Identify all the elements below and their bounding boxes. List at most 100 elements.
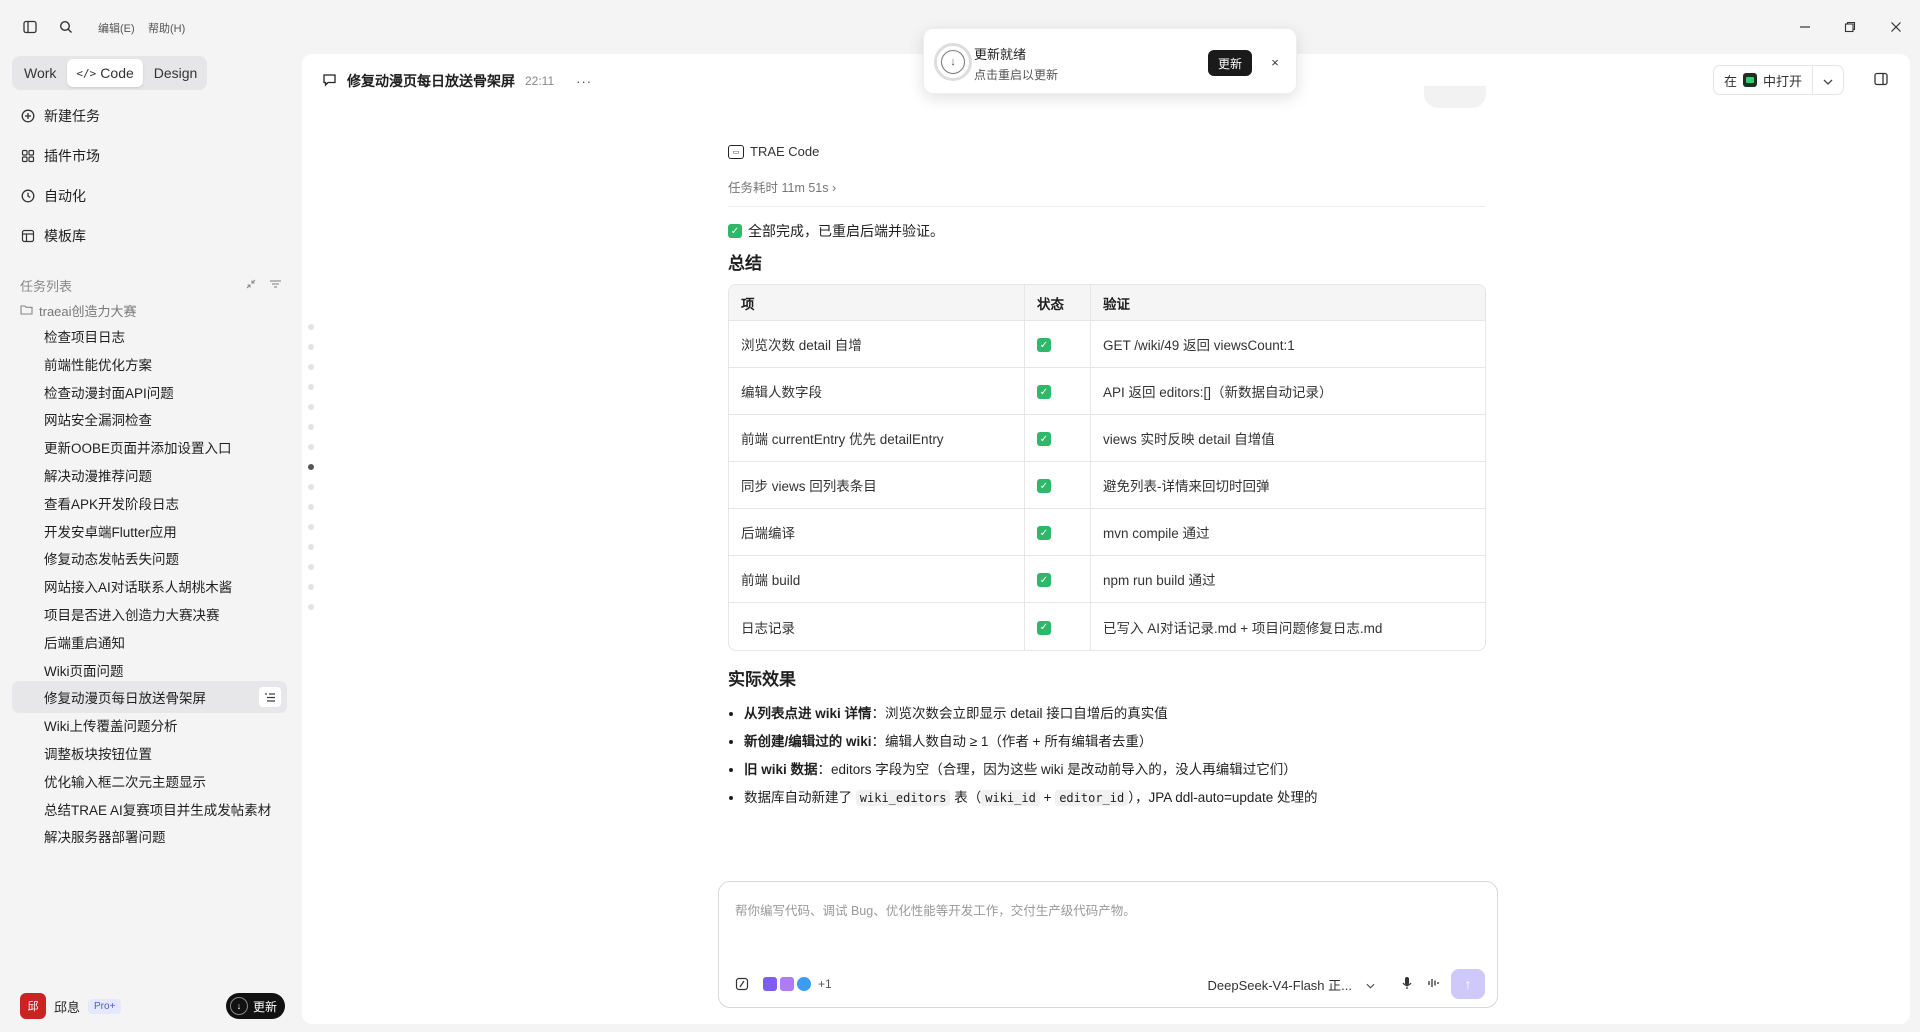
nav-automation[interactable]: 自动化 xyxy=(20,182,86,210)
waveform-icon[interactable] xyxy=(1427,977,1441,992)
list-item: 新创建/编辑过的 wiki：编辑人数自动 ≥ 1（作者 + 所有编辑者去重） xyxy=(744,728,1486,756)
model-name: DeepSeek-V4-Flash 正... xyxy=(1207,977,1352,993)
toast-update-button[interactable]: 更新 xyxy=(1208,50,1253,76)
filter-icon[interactable] xyxy=(269,278,282,293)
task-item-label: Wiki页面问题 xyxy=(44,663,124,679)
composer-input[interactable]: 帮你编写代码、调试 Bug、优化性能等开发工作，交付生产级代码产物。 xyxy=(735,900,1136,919)
mode-work[interactable]: Work xyxy=(15,59,65,87)
task-folder[interactable]: traeai创造力大赛 xyxy=(20,299,137,321)
open-label: 中打开 xyxy=(1762,73,1802,89)
chat-title: 修复动漫页每日放送骨架屏 xyxy=(347,73,515,89)
cell-item: 前端 currentEntry 优先 detailEntry xyxy=(729,415,1025,462)
check-icon: ✓ xyxy=(1037,479,1051,494)
model-selector[interactable]: DeepSeek-V4-Flash 正... xyxy=(1207,975,1441,994)
send-button[interactable]: ↑ xyxy=(1451,969,1485,999)
list-item: 数据库自动新建了 wiki_editors 表（wiki_id + editor… xyxy=(744,784,1486,812)
agent-header: ▭ TRAE Code xyxy=(728,144,1486,159)
more-icon[interactable]: ··· xyxy=(576,74,592,89)
nav-new-task[interactable]: 新建任务 xyxy=(20,102,100,130)
cell-verify: API 返回 editors:[]（新数据自动记录） xyxy=(1091,368,1485,415)
task-outline-icon[interactable] xyxy=(259,687,281,708)
open-in-dropdown[interactable] xyxy=(1813,66,1843,94)
task-item[interactable]: 解决服务器部署问题 xyxy=(12,820,287,852)
previous-message-bubble xyxy=(1424,86,1486,108)
task-item-label: 更新OOBE页面并添加设置入口 xyxy=(44,441,232,457)
cell-verify: GET /wiki/49 返回 viewsCount:1 xyxy=(1091,321,1485,368)
search-icon[interactable] xyxy=(56,17,76,37)
done-text: 全部完成，已重启后端并验证。 xyxy=(748,223,944,239)
check-icon: ✓ xyxy=(1037,432,1051,447)
task-item-label: 总结TRAE AI复赛项目并生成发帖素材 xyxy=(44,802,272,818)
user-name: 邱息 xyxy=(54,999,81,1015)
check-icon: ✓ xyxy=(1037,526,1051,541)
cell-verify: npm run build 通过 xyxy=(1091,556,1485,603)
table-row: 浏览次数 detail 自增 ✓ GET /wiki/49 返回 viewsCoun… xyxy=(729,321,1485,368)
restore-icon[interactable] xyxy=(1838,15,1862,39)
sidebar-update-label: 更新 xyxy=(252,999,277,1014)
avatar[interactable]: 邱 xyxy=(20,993,46,1019)
cell-item: 编辑人数字段 xyxy=(729,368,1025,415)
list-item: 从列表点进 wiki 详情：浏览次数会立即显示 detail 接口自增后的真实值 xyxy=(744,700,1486,728)
menu-help[interactable]: 帮助(H) xyxy=(148,20,185,36)
command-icon[interactable] xyxy=(731,973,753,995)
composer[interactable]: 帮你编写代码、调试 Bug、优化性能等开发工作，交付生产级代码产物。 +1 De… xyxy=(718,881,1498,1008)
main-panel: 修复动漫页每日放送骨架屏 22:11 ··· 在 中打开 ▭ TRAE Code… xyxy=(302,54,1910,1024)
nav-new-task-label: 新建任务 xyxy=(44,108,100,124)
nav-plugins[interactable]: 插件市场 xyxy=(20,142,100,170)
collapse-icon[interactable] xyxy=(245,278,257,293)
open-in-ide[interactable]: 在 中打开 xyxy=(1712,65,1844,95)
mode-code[interactable]: </> Code xyxy=(67,59,143,87)
download-icon: ↓ xyxy=(934,43,972,81)
cell-item: 后端编译 xyxy=(729,509,1025,556)
microphone-icon[interactable] xyxy=(1401,976,1413,993)
nav-templates[interactable]: 模板库 xyxy=(20,222,86,250)
task-item[interactable]: 优化输入框二次元主题显示 xyxy=(12,765,287,797)
summary-heading: 总结 xyxy=(728,254,762,273)
task-item-label: 查看APK开发阶段日志 xyxy=(44,496,180,512)
panel-toggle-icon[interactable] xyxy=(1870,68,1892,90)
message-navigator[interactable] xyxy=(308,324,320,624)
code-icon: </> xyxy=(76,66,97,80)
task-duration[interactable]: 任务耗时 11m 51s › xyxy=(728,177,1486,207)
task-item[interactable]: 后端重启通知 xyxy=(12,626,287,658)
table-row: 前端 currentEntry 优先 detailEntry ✓ views 实时反… xyxy=(729,415,1485,462)
task-item-label: 解决服务器部署问题 xyxy=(44,830,166,846)
task-item[interactable]: 前端性能优化方案 xyxy=(12,348,287,380)
clock-icon xyxy=(20,188,36,204)
pro-badge: Pro+ xyxy=(88,998,122,1014)
summary-table: 项 状态 验证 浏览次数 detail 自增 ✓ GET /wiki/49 返回 v… xyxy=(728,284,1486,651)
minimize-icon[interactable] xyxy=(1793,15,1817,39)
plugin-grid-icon xyxy=(20,148,36,164)
cell-status: ✓ xyxy=(1025,603,1091,650)
chevron-down-icon xyxy=(1823,73,1833,88)
task-item-label: 修复动态发帖丢失问题 xyxy=(44,552,179,568)
toast-title: 更新就绪 xyxy=(974,47,1027,62)
close-icon[interactable] xyxy=(1884,15,1908,39)
ide-icon xyxy=(1742,73,1757,87)
check-icon: ✓ xyxy=(1037,620,1051,635)
sidebar-update-button[interactable]: ↓ 更新 xyxy=(225,993,285,1019)
mode-design[interactable]: Design xyxy=(145,59,207,87)
task-item[interactable]: 查看APK开发阶段日志 xyxy=(12,487,287,519)
task-item-label: 项目是否进入创造力大赛决赛 xyxy=(44,608,220,623)
task-item-label: 开发安卓端Flutter应用 xyxy=(44,524,177,540)
user-row[interactable]: 邱 邱息 Pro+ ↓ 更新 xyxy=(20,990,285,1022)
sidebar-toggle-icon[interactable] xyxy=(20,17,40,37)
chat-header: 修复动漫页每日放送骨架屏 22:11 ··· xyxy=(322,68,592,94)
open-in-button[interactable]: 在 中打开 xyxy=(1714,66,1812,94)
task-item-label: 解决动漫推荐问题 xyxy=(44,469,152,484)
toast-close-icon[interactable]: × xyxy=(1264,51,1286,73)
list-item: 旧 wiki 数据：editors 字段为空（合理，因为这些 wiki 是改动前… xyxy=(744,756,1486,784)
cell-status: ✓ xyxy=(1025,368,1091,415)
table-header: 项 xyxy=(729,285,1025,321)
tasks-header-label: 任务列表 xyxy=(20,278,73,294)
cell-status: ✓ xyxy=(1025,462,1091,509)
menu-edit[interactable]: 编辑(E) xyxy=(98,20,135,36)
task-item-label: 网站安全漏洞检查 xyxy=(44,413,152,429)
media-tools[interactable]: +1 xyxy=(763,977,832,991)
chat-time: 22:11 xyxy=(525,74,555,88)
cell-status: ✓ xyxy=(1025,321,1091,368)
table-row: 后端编译 ✓ mvn compile 通过 xyxy=(729,509,1485,556)
cell-status: ✓ xyxy=(1025,415,1091,462)
assistant-message: ▭ TRAE Code 任务耗时 11m 51s › ✓ 全部完成，已重启后端并… xyxy=(728,144,1486,812)
